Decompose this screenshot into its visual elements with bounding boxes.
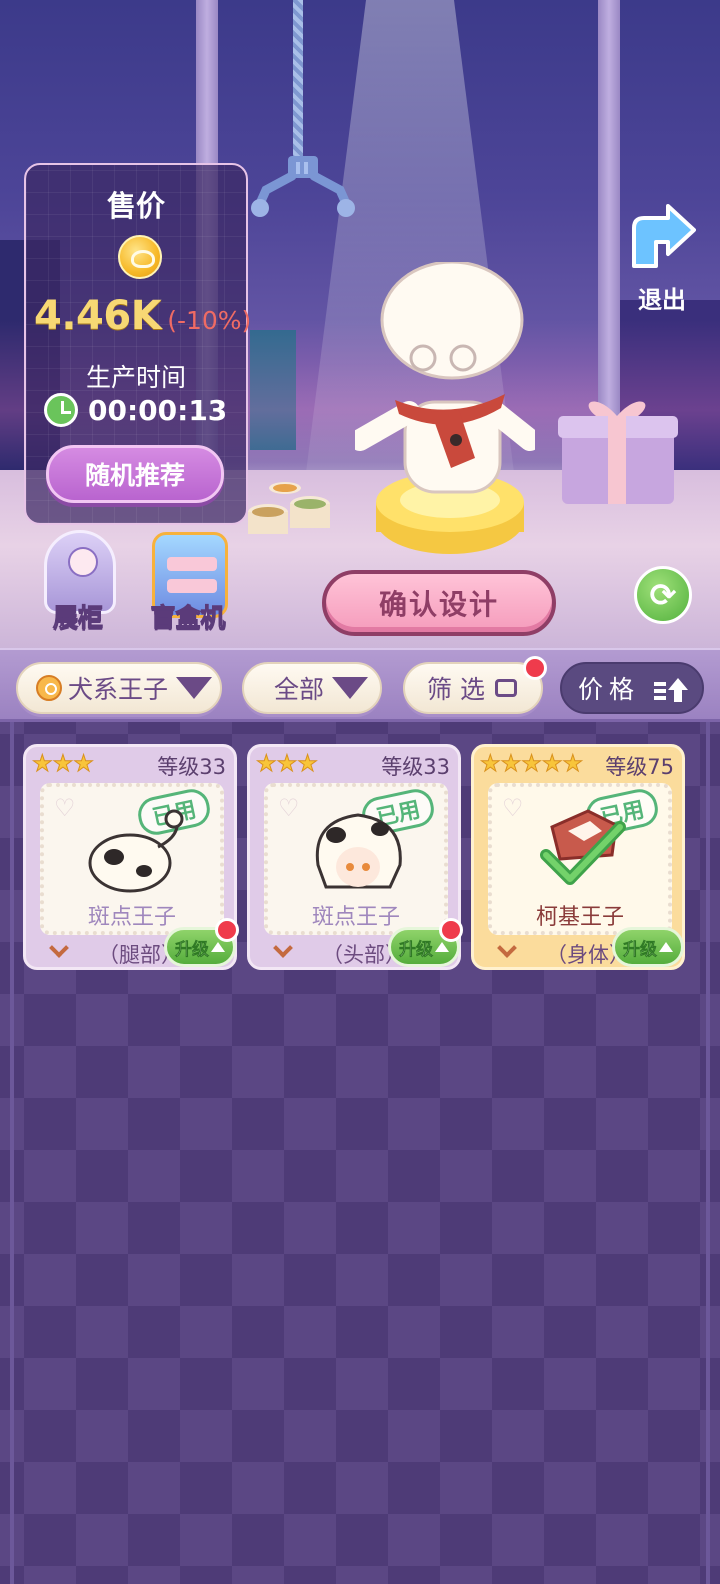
sort-label: 价格	[578, 675, 641, 704]
price-title: 售价	[106, 189, 165, 223]
filter-label: 筛选	[427, 675, 494, 704]
clock-icon	[44, 393, 78, 427]
confirm-design-button[interactable]: 确认设计	[322, 570, 556, 636]
star-icon: ★	[562, 751, 584, 778]
chevron-down-icon	[176, 677, 213, 699]
upgrade-arrow-icon	[211, 942, 225, 952]
star-icon: ★	[297, 751, 319, 778]
upgrade-button[interactable]: 升级	[612, 927, 684, 967]
filter-bar: 犬系王子 全部 筛选 价格	[0, 648, 720, 722]
star-icon: ★	[276, 751, 298, 778]
upgrade-button[interactable]: 升级	[388, 918, 463, 967]
paint-cups-icon	[248, 482, 330, 534]
series-label: 犬系王子	[68, 675, 169, 704]
blindbox-machine-label: 盲盒机	[150, 603, 226, 633]
exit-arrow-icon	[632, 204, 696, 268]
claw-rope	[293, 0, 303, 160]
production-time-label: 生产时间	[85, 363, 186, 392]
star-icon: ★	[256, 751, 278, 778]
favorite-heart-icon[interactable]: ♡	[502, 796, 528, 820]
random-recommend-button[interactable]: 随机推荐	[46, 445, 224, 503]
price-value: 4.46K	[34, 293, 162, 339]
category-dropdown[interactable]: 全部	[242, 662, 382, 714]
spotted-hood-art	[315, 813, 402, 889]
star-icon: ★	[73, 751, 95, 778]
item-footer: （腿部） 升级	[26, 918, 239, 969]
cabinet-avatar	[68, 547, 98, 577]
item-footer: （身体） 升级	[474, 927, 684, 969]
item-level: 等级33	[157, 755, 226, 779]
filter-button[interactable]: 筛选	[403, 656, 547, 714]
star-icon: ★	[480, 751, 502, 778]
star-rating: ★ ★ ★ ★ ★	[480, 751, 584, 778]
chevron-down-icon[interactable]	[273, 938, 293, 958]
upgrade-arrow-icon	[435, 942, 449, 952]
item-level: 等级75	[605, 755, 674, 779]
blindbox-machine-button[interactable]: 盲盒机	[148, 530, 228, 634]
star-icon: ★	[521, 751, 543, 778]
chevron-down-icon	[332, 677, 369, 699]
chevron-down-icon[interactable]	[497, 938, 517, 958]
production-time-row: 00:00:13	[44, 393, 227, 427]
upgrade-label: 升级	[623, 939, 658, 960]
refresh-button[interactable]: ⟳	[634, 566, 692, 624]
refresh-icon: ⟳	[649, 576, 677, 614]
star-icon: ★	[541, 751, 563, 778]
item-card[interactable]: ★★★ 等级33 ♡ 已用 斑点王子 （腿部） 升级	[23, 744, 239, 970]
blindbox-shelf	[167, 557, 217, 571]
production-time-value: 00:00:13	[88, 393, 228, 427]
category-label: 全部	[274, 675, 325, 704]
cabinet-label: 展柜	[52, 603, 103, 633]
upgrade-label: 升级	[399, 939, 434, 960]
doll-character	[355, 262, 535, 554]
price-panel: 售价 4.46K (-10%) 生产时间 00:00:13 随机推荐	[24, 163, 252, 525]
upgrade-arrow-icon	[659, 942, 673, 952]
item-level: 等级33	[381, 755, 450, 779]
item-preview: ♡ 已用 斑点王子	[264, 783, 448, 935]
star-rating: ★ ★ ★	[256, 751, 319, 778]
spotted-legs-art	[88, 809, 184, 893]
dog-series-icon	[36, 675, 62, 701]
item-footer: （头部） 升级	[250, 918, 463, 969]
item-preview: ♡ 已用 柯基王子	[488, 783, 672, 935]
chevron-down-icon[interactable]	[49, 938, 69, 958]
series-dropdown[interactable]: 犬系王子	[16, 662, 222, 714]
blindbox-shelf	[167, 579, 217, 593]
favorite-heart-icon[interactable]: ♡	[278, 796, 304, 820]
sort-ascending-icon	[654, 678, 688, 702]
upgrade-button[interactable]: 升级	[164, 918, 239, 967]
upgrade-label: 升级	[175, 939, 210, 960]
coin-icon	[118, 235, 162, 279]
star-rating: ★ ★ ★	[32, 751, 95, 778]
alert-dot	[215, 918, 239, 942]
alert-dot	[523, 656, 547, 680]
alert-dot	[439, 918, 463, 942]
item-card[interactable]: ★ ★ ★ 等级33 ♡ 已用 斑点王子 （头部） 升级	[247, 744, 463, 970]
price-row: 4.46K (-10%)	[34, 293, 252, 345]
corgi-body-art	[540, 809, 626, 885]
favorite-heart-icon[interactable]: ♡	[54, 796, 80, 820]
item-card-selected[interactable]: ★ ★ ★ ★ ★ 等级75 ♡ 已用 柯基王子 （身体） 升级	[471, 744, 685, 970]
sort-price-button[interactable]: 价格	[560, 662, 704, 714]
gift-box-icon	[558, 401, 678, 504]
item-preview: ♡ 已用 斑点王子	[40, 783, 224, 935]
star-icon: ★	[500, 751, 522, 778]
cabinet-button[interactable]: 展柜	[38, 530, 118, 634]
exit-label: 退出	[638, 286, 686, 314]
claw-icon	[251, 156, 355, 217]
star-icon: ★	[52, 751, 74, 778]
filter-stack-icon	[495, 679, 518, 697]
price-discount: (-10%)	[167, 306, 252, 335]
star-icon: ★	[32, 751, 54, 778]
exit-button[interactable]: 退出	[626, 204, 698, 314]
